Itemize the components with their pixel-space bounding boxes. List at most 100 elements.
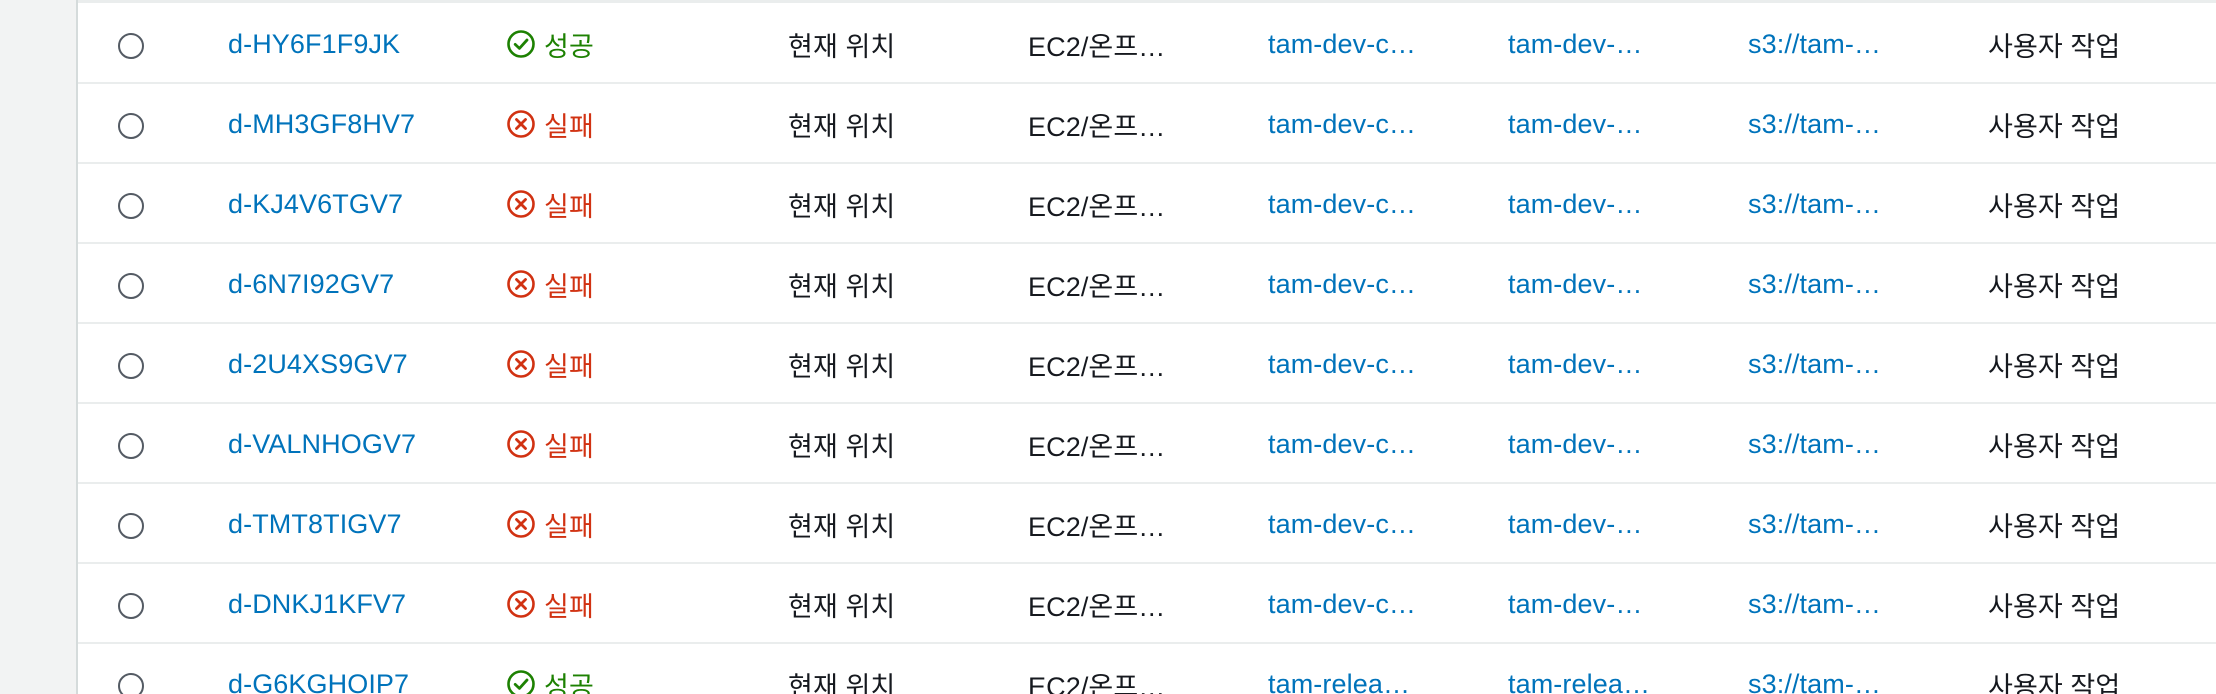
table-row[interactable]: d-DNKJ1KFV7 실패 현재 위치 EC2/온프… tam-dev-c… tam-d… <box>78 564 2216 644</box>
deployment-id-link[interactable]: d-HY6F1F9JK <box>228 4 478 84</box>
check-circle-icon <box>506 669 536 694</box>
row-select-radio[interactable] <box>118 433 144 459</box>
row-select-radio[interactable] <box>118 113 144 139</box>
status-label: 실패 <box>544 511 594 542</box>
row-select-radio[interactable] <box>118 273 144 299</box>
deployment-id-link[interactable]: d-VALNHOGV7 <box>228 404 478 484</box>
status-label: 실패 <box>544 591 594 622</box>
table-row[interactable]: d-KJ4V6TGV7 실패 현재 위치 EC2/온프… tam-dev-c… tam-d… <box>78 164 2216 244</box>
x-circle-icon <box>506 189 536 219</box>
revision-location-link[interactable]: s3://tam-… <box>1748 164 1968 244</box>
application-link[interactable]: tam-relea… <box>1268 644 1488 694</box>
compute-platform-cell: EC2/온프… <box>1028 511 1166 542</box>
initiated-by-cell: 사용자 작업 <box>1988 31 2121 62</box>
status-label: 실패 <box>544 271 594 302</box>
compute-platform-cell: EC2/온프… <box>1028 31 1166 62</box>
deployment-group-link[interactable]: tam-dev-… <box>1508 404 1728 484</box>
deployment-id-link[interactable]: d-6N7I92GV7 <box>228 244 478 324</box>
location-cell: 현재 위치 <box>788 31 896 62</box>
initiated-by-cell: 사용자 작업 <box>1988 431 2121 462</box>
revision-location-link[interactable]: s3://tam-… <box>1748 324 1968 404</box>
status-badge: 실패 <box>506 324 706 404</box>
row-select-radio[interactable] <box>118 33 144 59</box>
deployments-table: d-HY6F1F9JK 성공 현재 위치 EC2/온프… tam-dev-c… tam-d… <box>76 0 2216 694</box>
application-link[interactable]: tam-dev-c… <box>1268 564 1488 644</box>
revision-location-link[interactable]: s3://tam-… <box>1748 4 1968 84</box>
row-select-radio[interactable] <box>118 353 144 379</box>
table-row[interactable]: d-2U4XS9GV7 실패 현재 위치 EC2/온프… tam-dev-c… tam-d… <box>78 324 2216 404</box>
application-link[interactable]: tam-dev-c… <box>1268 4 1488 84</box>
application-link[interactable]: tam-dev-c… <box>1268 484 1488 564</box>
status-badge: 실패 <box>506 564 706 644</box>
compute-platform-cell: EC2/온프… <box>1028 271 1166 302</box>
status-badge: 실패 <box>506 484 706 564</box>
location-cell: 현재 위치 <box>788 271 896 302</box>
revision-location-link[interactable]: s3://tam-… <box>1748 244 1968 324</box>
status-label: 성공 <box>544 671 594 694</box>
compute-platform-cell: EC2/온프… <box>1028 671 1166 694</box>
deployment-id-link[interactable]: d-TMT8TIGV7 <box>228 484 478 564</box>
table-row[interactable]: d-6N7I92GV7 실패 현재 위치 EC2/온프… tam-dev-c… tam-d… <box>78 244 2216 324</box>
revision-location-link[interactable]: s3://tam-… <box>1748 84 1968 164</box>
deployment-id-link[interactable]: d-G6KGHOIP7 <box>228 644 478 694</box>
row-select-radio[interactable] <box>118 513 144 539</box>
location-cell: 현재 위치 <box>788 511 896 542</box>
deployment-id-link[interactable]: d-KJ4V6TGV7 <box>228 164 478 244</box>
deployment-group-link[interactable]: tam-dev-… <box>1508 244 1728 324</box>
status-badge: 성공 <box>506 4 706 84</box>
initiated-by-cell: 사용자 작업 <box>1988 591 2121 622</box>
location-cell: 현재 위치 <box>788 191 896 222</box>
x-circle-icon <box>506 109 536 139</box>
revision-location-link[interactable]: s3://tam-… <box>1748 404 1968 484</box>
status-label: 실패 <box>544 431 594 462</box>
initiated-by-cell: 사용자 작업 <box>1988 111 2121 142</box>
application-link[interactable]: tam-dev-c… <box>1268 164 1488 244</box>
deployment-id-link[interactable]: d-DNKJ1KFV7 <box>228 564 478 644</box>
deployment-group-link[interactable]: tam-dev-… <box>1508 564 1728 644</box>
status-badge: 실패 <box>506 404 706 484</box>
initiated-by-cell: 사용자 작업 <box>1988 351 2121 382</box>
compute-platform-cell: EC2/온프… <box>1028 191 1166 222</box>
status-badge: 실패 <box>506 244 706 324</box>
deployment-group-link[interactable]: tam-dev-… <box>1508 84 1728 164</box>
row-select-radio[interactable] <box>118 193 144 219</box>
revision-location-link[interactable]: s3://tam-… <box>1748 484 1968 564</box>
revision-location-link[interactable]: s3://tam-… <box>1748 564 1968 644</box>
row-select-radio[interactable] <box>118 673 144 694</box>
table-row[interactable]: d-VALNHOGV7 실패 현재 위치 EC2/온프… tam-dev-c… tam-d… <box>78 404 2216 484</box>
compute-platform-cell: EC2/온프… <box>1028 351 1166 382</box>
x-circle-icon <box>506 509 536 539</box>
deployment-group-link[interactable]: tam-dev-… <box>1508 484 1728 564</box>
table-row[interactable]: d-TMT8TIGV7 실패 현재 위치 EC2/온프… tam-dev-c… tam-d… <box>78 484 2216 564</box>
status-label: 실패 <box>544 111 594 142</box>
deployment-id-link[interactable]: d-MH3GF8HV7 <box>228 84 478 164</box>
application-link[interactable]: tam-dev-c… <box>1268 84 1488 164</box>
table-row[interactable]: d-MH3GF8HV7 실패 현재 위치 EC2/온프… tam-dev-c… tam-d… <box>78 84 2216 164</box>
deployment-group-link[interactable]: tam-dev-… <box>1508 164 1728 244</box>
application-link[interactable]: tam-dev-c… <box>1268 244 1488 324</box>
table-row[interactable]: d-G6KGHOIP7 성공 현재 위치 EC2/온프… tam-relea… tam-r… <box>78 644 2216 694</box>
deployment-id-link[interactable]: d-2U4XS9GV7 <box>228 324 478 404</box>
status-label: 실패 <box>544 351 594 382</box>
location-cell: 현재 위치 <box>788 431 896 462</box>
location-cell: 현재 위치 <box>788 111 896 142</box>
x-circle-icon <box>506 269 536 299</box>
deployment-group-link[interactable]: tam-dev-… <box>1508 4 1728 84</box>
x-circle-icon <box>506 589 536 619</box>
application-link[interactable]: tam-dev-c… <box>1268 404 1488 484</box>
table-row[interactable]: d-HY6F1F9JK 성공 현재 위치 EC2/온프… tam-dev-c… tam-d… <box>78 4 2216 84</box>
deployment-group-link[interactable]: tam-dev-… <box>1508 324 1728 404</box>
initiated-by-cell: 사용자 작업 <box>1988 191 2121 222</box>
check-circle-icon <box>506 29 536 59</box>
compute-platform-cell: EC2/온프… <box>1028 111 1166 142</box>
application-link[interactable]: tam-dev-c… <box>1268 324 1488 404</box>
initiated-by-cell: 사용자 작업 <box>1988 671 2121 694</box>
location-cell: 현재 위치 <box>788 671 896 694</box>
status-badge: 성공 <box>506 644 706 694</box>
location-cell: 현재 위치 <box>788 591 896 622</box>
initiated-by-cell: 사용자 작업 <box>1988 271 2121 302</box>
revision-location-link[interactable]: s3://tam-… <box>1748 644 1968 694</box>
deployment-group-link[interactable]: tam-relea… <box>1508 644 1728 694</box>
row-select-radio[interactable] <box>118 593 144 619</box>
initiated-by-cell: 사용자 작업 <box>1988 511 2121 542</box>
